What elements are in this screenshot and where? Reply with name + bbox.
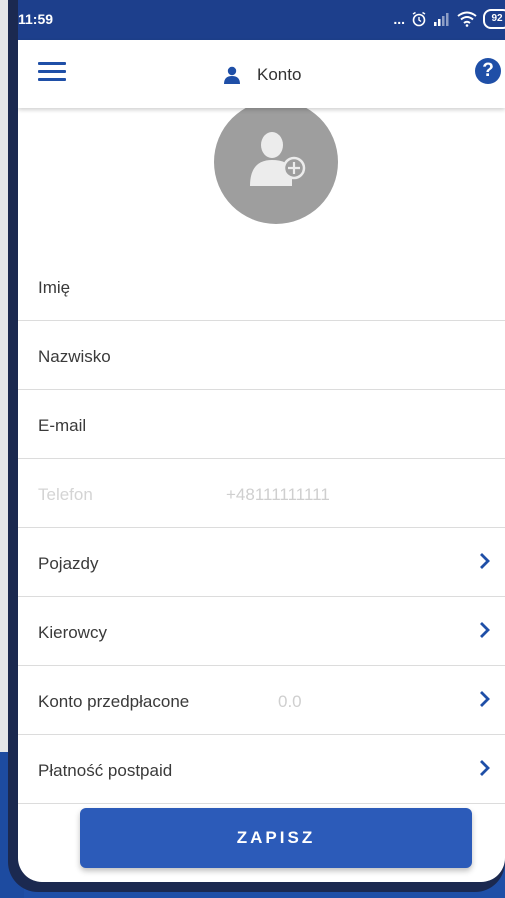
chevron-right-icon (480, 691, 490, 707)
signal-icon (434, 13, 449, 26)
add-photo-icon (250, 132, 306, 186)
hamburger-icon (38, 62, 66, 65)
chevron-right-icon (480, 553, 490, 569)
drivers-label: Kierowcy (38, 623, 107, 642)
email-label: E-mail (38, 416, 87, 435)
alarm-icon (412, 11, 426, 27)
hamburger-icon-line (38, 78, 66, 81)
menu-button[interactable] (38, 62, 66, 86)
page-title: Konto (257, 65, 302, 84)
help-button[interactable]: ? (475, 58, 501, 84)
prepaid-balance-value: 0.0 (278, 692, 302, 711)
drivers-item[interactable]: Kierowcy (18, 597, 505, 666)
first-name-label: Imię (38, 278, 71, 297)
app-screen: 11:59 ... 92 Konto ? Imię Nazwisko E-mai… (18, 0, 505, 882)
header-title-group: Konto (223, 64, 301, 86)
app-header: Konto ? (18, 40, 505, 108)
phone-frame: 11:59 ... 92 Konto ? Imię Nazwisko E-mai… (8, 0, 505, 892)
last-name-field[interactable]: Nazwisko (18, 321, 505, 390)
last-name-label: Nazwisko (38, 347, 111, 366)
prepaid-account-item[interactable]: Konto przedpłacone 0.0 (18, 666, 505, 735)
battery-icon: 92 (483, 9, 505, 29)
hamburger-icon-line (38, 70, 66, 73)
vehicles-item[interactable]: Pojazdy (18, 528, 505, 597)
more-indicator-icon: ... (393, 11, 405, 27)
status-bar: 11:59 ... 92 (18, 0, 505, 40)
status-icons: ... 92 (393, 8, 505, 30)
postpaid-payment-item[interactable]: Płatność postpaid (18, 735, 505, 804)
account-form: Imię Nazwisko E-mail Telefon +4811111111… (18, 252, 505, 804)
postpaid-payment-label: Płatność postpaid (38, 761, 173, 780)
prepaid-account-label: Konto przedpłacone (38, 692, 190, 711)
first-name-field[interactable]: Imię (18, 252, 505, 321)
email-field[interactable]: E-mail (18, 390, 505, 459)
chevron-right-icon (480, 760, 490, 776)
vehicles-label: Pojazdy (38, 554, 99, 573)
wifi-icon (457, 11, 477, 27)
chevron-right-icon (480, 622, 490, 638)
user-icon (224, 66, 240, 84)
phone-label: Telefon (38, 485, 93, 504)
phone-value: +48111111111 (226, 485, 330, 504)
status-time: 11:59 (18, 11, 54, 27)
save-button[interactable]: ZAPISZ (80, 808, 472, 868)
avatar[interactable] (214, 100, 338, 224)
phone-field: Telefon +48111111111 (18, 459, 505, 528)
